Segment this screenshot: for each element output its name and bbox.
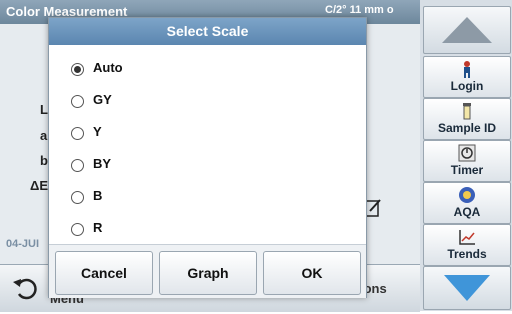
sample-id-button[interactable]: Sample ID bbox=[423, 98, 511, 140]
radio-icon bbox=[71, 95, 84, 108]
dialog-button-bar: Cancel Graph OK bbox=[49, 244, 366, 298]
trends-button[interactable]: Trends bbox=[423, 224, 511, 266]
aqa-icon bbox=[459, 187, 475, 203]
toolbar-label: Timer bbox=[450, 163, 484, 177]
radio-label: Y bbox=[93, 124, 102, 139]
radio-icon bbox=[71, 223, 84, 236]
right-toolbar: Login Sample ID Timer AQA Trends bbox=[420, 0, 512, 311]
back-icon[interactable] bbox=[10, 272, 40, 302]
radio-label: GY bbox=[93, 92, 112, 107]
bg-label-delta-e: ΔE bbox=[30, 178, 49, 193]
toolbar-label: Trends bbox=[447, 247, 487, 261]
screen: Color Measurement C/2° 11 mm o L a b ΔE … bbox=[0, 0, 512, 312]
login-button[interactable]: Login bbox=[423, 56, 511, 98]
timer-icon bbox=[458, 144, 476, 162]
bg-label-l: L bbox=[40, 102, 48, 117]
radio-icon bbox=[71, 191, 84, 204]
aqa-button[interactable]: AQA bbox=[423, 182, 511, 224]
select-scale-dialog: Select Scale Auto GY Y BY B R Cancel Gra… bbox=[48, 17, 367, 298]
toolbar-label: AQA bbox=[453, 205, 481, 219]
bg-date: 04-JUI bbox=[6, 238, 40, 250]
toolbar-label: Sample ID bbox=[437, 121, 497, 135]
radio-icon bbox=[71, 159, 84, 172]
triangle-down-icon bbox=[444, 275, 490, 301]
cancel-button[interactable]: Cancel bbox=[55, 251, 153, 295]
app-title-info: C/2° 11 mm o bbox=[325, 4, 394, 16]
radio-icon bbox=[71, 127, 84, 140]
radio-label: R bbox=[93, 220, 103, 235]
scroll-down-button[interactable] bbox=[423, 266, 511, 310]
dialog-title: Select Scale bbox=[49, 18, 366, 45]
radio-selected-icon bbox=[71, 63, 84, 76]
timer-button[interactable]: Timer bbox=[423, 140, 511, 182]
radio-label: BY bbox=[93, 156, 112, 171]
trend-chart-icon bbox=[459, 230, 475, 245]
graph-button[interactable]: Graph bbox=[159, 251, 257, 295]
vial-icon bbox=[463, 103, 471, 120]
ok-button[interactable]: OK bbox=[263, 251, 361, 295]
radio-label: B bbox=[93, 188, 103, 203]
bg-label-b: b bbox=[40, 153, 48, 168]
toolbar-label: Login bbox=[450, 79, 484, 93]
triangle-up-icon bbox=[442, 17, 492, 43]
scroll-up-button[interactable] bbox=[423, 6, 511, 54]
radio-label: Auto bbox=[93, 60, 123, 75]
person-icon bbox=[464, 61, 470, 78]
bg-label-a: a bbox=[40, 128, 48, 143]
